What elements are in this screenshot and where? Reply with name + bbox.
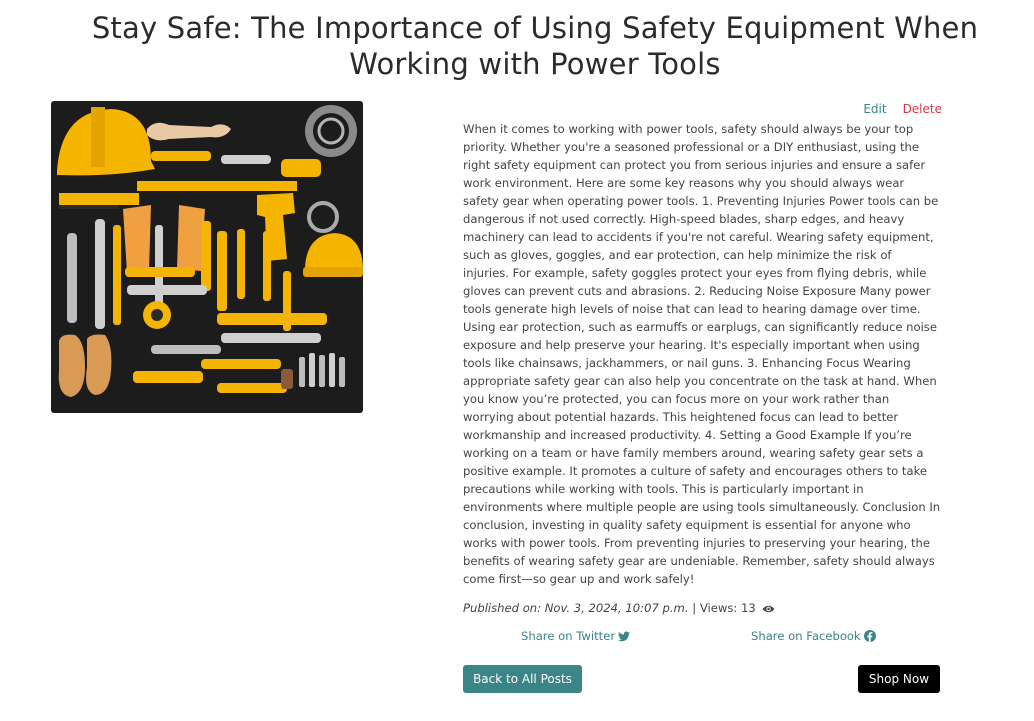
share-facebook-label: Share on Facebook — [751, 629, 861, 643]
delete-link[interactable]: Delete — [903, 102, 942, 116]
shop-now-button[interactable]: Shop Now — [858, 665, 940, 693]
facebook-icon — [863, 630, 876, 642]
share-facebook-link[interactable]: Share on Facebook — [751, 629, 876, 643]
post-title: Stay Safe: The Importance of Using Safet… — [91, 11, 979, 81]
post-image — [51, 101, 363, 413]
post-actions: Edit Delete — [830, 102, 942, 116]
published-date: Published on: Nov. 3, 2024, 10:07 p.m. — [463, 601, 689, 615]
eye-icon — [762, 601, 775, 619]
share-twitter-link[interactable]: Share on Twitter — [521, 629, 631, 643]
post-body: When it comes to working with power tool… — [463, 122, 941, 586]
back-to-posts-button[interactable]: Back to All Posts — [463, 665, 582, 693]
twitter-icon — [618, 631, 631, 642]
tools-flatlay-illustration — [51, 101, 363, 413]
post-meta: Published on: Nov. 3, 2024, 10:07 p.m. |… — [463, 599, 941, 619]
views-count: | Views: 13 — [692, 601, 756, 615]
share-twitter-label: Share on Twitter — [521, 629, 616, 643]
edit-link[interactable]: Edit — [863, 102, 886, 116]
